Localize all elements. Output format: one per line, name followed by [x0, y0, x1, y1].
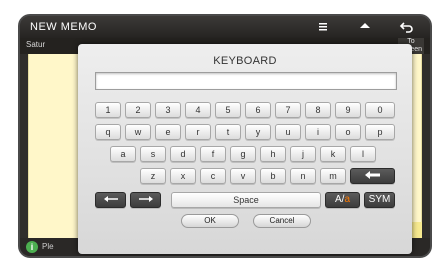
left-arrow-icon: [103, 195, 119, 203]
key-b[interactable]: b: [260, 168, 286, 184]
key-p[interactable]: p: [365, 124, 395, 140]
key-i[interactable]: i: [305, 124, 331, 140]
key-c[interactable]: c: [200, 168, 226, 184]
key-a[interactable]: a: [110, 146, 136, 162]
key-4[interactable]: 4: [185, 102, 211, 118]
bottom-hint-text: Ple: [42, 242, 54, 251]
info-icon: i: [26, 241, 38, 253]
key-9[interactable]: 9: [335, 102, 361, 118]
top-bar: NEW MEMO: [20, 16, 430, 38]
cursor-right-key[interactable]: [130, 192, 161, 208]
case-upper-label: A: [334, 194, 342, 205]
symbol-key[interactable]: SYM: [364, 192, 395, 208]
key-y[interactable]: y: [245, 124, 271, 140]
key-t[interactable]: t: [215, 124, 241, 140]
key-r[interactable]: r: [185, 124, 211, 140]
date-label: Satur: [26, 40, 46, 49]
app-window: NEW MEMO Satur To Screen i Ple KEYBOARD …: [18, 14, 432, 258]
key-2[interactable]: 2: [125, 102, 151, 118]
case-toggle-key[interactable]: A/a: [325, 192, 360, 208]
key-k[interactable]: k: [320, 146, 346, 162]
key-0[interactable]: 0: [365, 102, 395, 118]
key-u[interactable]: u: [275, 124, 301, 140]
key-d[interactable]: d: [170, 146, 196, 162]
key-g[interactable]: g: [230, 146, 256, 162]
key-s[interactable]: s: [140, 146, 166, 162]
keyboard-title: KEYBOARD: [213, 55, 277, 67]
key-n[interactable]: n: [290, 168, 316, 184]
right-arrow-icon: [138, 195, 154, 203]
key-e[interactable]: e: [155, 124, 181, 140]
key-q[interactable]: q: [95, 124, 121, 140]
key-1[interactable]: 1: [95, 102, 121, 118]
cursor-left-key[interactable]: [95, 192, 126, 208]
app-title: NEW MEMO: [30, 21, 97, 33]
keyboard-text-input[interactable]: [95, 72, 397, 90]
key-h[interactable]: h: [260, 146, 286, 162]
cancel-button[interactable]: Cancel: [253, 214, 311, 228]
key-f[interactable]: f: [200, 146, 226, 162]
menu-icon[interactable]: [315, 19, 331, 35]
key-8[interactable]: 8: [305, 102, 331, 118]
key-j[interactable]: j: [290, 146, 316, 162]
ok-button[interactable]: OK: [181, 214, 239, 228]
key-3[interactable]: 3: [155, 102, 181, 118]
key-5[interactable]: 5: [215, 102, 241, 118]
key-l[interactable]: l: [350, 146, 376, 162]
key-o[interactable]: o: [335, 124, 361, 140]
key-z[interactable]: z: [140, 168, 166, 184]
home-icon[interactable]: [357, 19, 373, 35]
key-x[interactable]: x: [170, 168, 196, 184]
key-m[interactable]: m: [320, 168, 346, 184]
case-lower-label: a: [344, 194, 350, 205]
space-key[interactable]: Space: [171, 192, 321, 208]
key-6[interactable]: 6: [245, 102, 271, 118]
back-arrow-icon[interactable]: [398, 19, 414, 35]
key-v[interactable]: v: [230, 168, 256, 184]
key-7[interactable]: 7: [275, 102, 301, 118]
backspace-icon: [364, 170, 382, 180]
keyboard-dialog: KEYBOARD 1 2 3 4 5 6 7 8 9 0 q w e r t y…: [78, 44, 412, 254]
backspace-key[interactable]: [350, 168, 395, 184]
key-w[interactable]: w: [125, 124, 151, 140]
